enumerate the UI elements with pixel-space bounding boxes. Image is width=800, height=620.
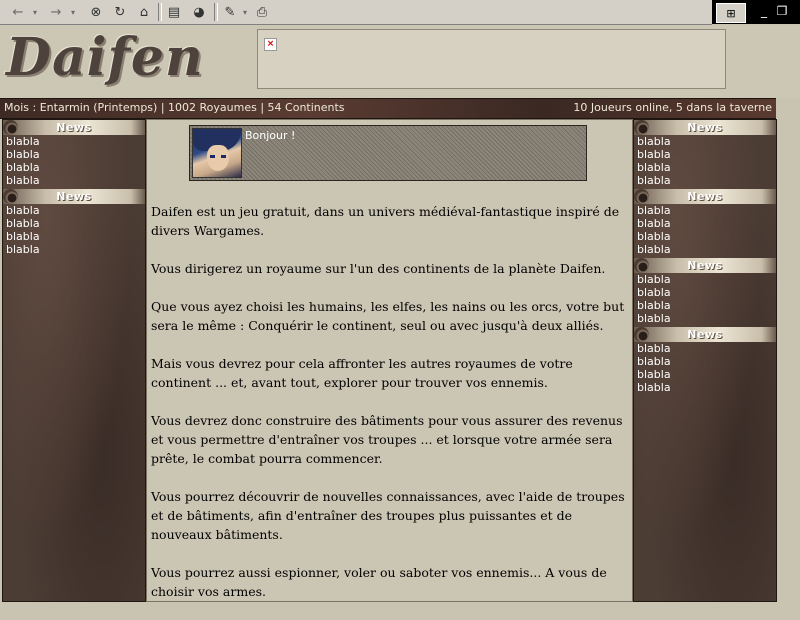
news-item[interactable]: blabla [3, 230, 145, 243]
news-item[interactable]: blabla [3, 243, 145, 256]
back-dropdown-icon[interactable]: ▾ [30, 2, 40, 22]
left-sidebar: News blabla blabla blabla blabla News bl… [2, 119, 146, 602]
page-gutter [776, 98, 800, 600]
print-icon[interactable]: ⎙ [252, 2, 272, 22]
edit-dropdown-icon[interactable]: ▾ [240, 2, 250, 22]
greeting-box: Bonjour ! [189, 125, 587, 181]
news-block: News blabla blabla blabla blabla [634, 258, 776, 325]
status-bar: Mois : Entarmin (Printemps) | 1002 Royau… [0, 98, 776, 119]
news-item[interactable]: blabla [3, 217, 145, 230]
scroll-curl-icon [634, 120, 649, 135]
home-icon[interactable]: ⌂ [134, 2, 154, 22]
news-item[interactable]: blabla [3, 174, 145, 187]
browser-toolbar: ← ▾ → ▾ ⊗ ↻ ⌂ ▤ ◕ ✎ ▾ ⎙ [0, 0, 712, 25]
scroll-curl-icon [634, 258, 649, 273]
intro-text: Daifen est un jeu gratuit, dans un unive… [151, 202, 627, 620]
site-header: Daifen × [0, 25, 800, 98]
news-header: News [634, 189, 776, 204]
back-arrow-icon[interactable]: ← [8, 2, 28, 22]
broken-image-icon: × [264, 38, 277, 51]
news-item[interactable]: blabla [3, 204, 145, 217]
search-icon[interactable]: ▤ [164, 2, 184, 22]
news-block: News blabla blabla blabla blabla [634, 189, 776, 256]
news-block: News blabla blabla blabla blabla [634, 327, 776, 394]
windows-logo-icon: ⊞ [716, 3, 746, 23]
news-item[interactable]: blabla [634, 355, 776, 368]
scroll-curl-icon [3, 189, 18, 204]
news-item[interactable]: blabla [634, 273, 776, 286]
banner-ad[interactable]: × [257, 29, 726, 89]
scroll-curl-icon [3, 120, 18, 135]
news-item[interactable]: blabla [634, 161, 776, 174]
scroll-curl-icon [634, 327, 649, 342]
online-count: 10 Joueurs online, 5 dans la taverne [573, 101, 772, 114]
greeting-text: Bonjour ! [245, 129, 296, 142]
news-item[interactable]: blabla [634, 368, 776, 381]
news-item[interactable]: blabla [634, 204, 776, 217]
news-item[interactable]: blabla [634, 135, 776, 148]
news-item[interactable]: blabla [634, 342, 776, 355]
news-item[interactable]: blabla [634, 299, 776, 312]
news-item[interactable]: blabla [3, 148, 145, 161]
paragraph: Vous pourrez découvrir de nouvelles conn… [151, 489, 625, 542]
news-item[interactable]: blabla [634, 174, 776, 187]
news-header: News [3, 120, 145, 135]
paragraph: Mais vous devrez pour cela affronter les… [151, 356, 573, 390]
news-item[interactable]: blabla [634, 243, 776, 256]
news-block: News blabla blabla blabla blabla [3, 189, 145, 256]
paragraph: Vous dirigerez un royaume sur l'un des c… [151, 261, 606, 276]
news-block: News blabla blabla blabla blabla [3, 120, 145, 187]
news-item[interactable]: blabla [634, 312, 776, 325]
minimize-button[interactable]: _ [756, 2, 772, 20]
news-block: News blabla blabla blabla blabla [634, 120, 776, 187]
news-header: News [634, 327, 776, 342]
main-content: Bonjour ! Daifen est un jeu gratuit, dan… [146, 119, 633, 602]
news-item[interactable]: blabla [634, 286, 776, 299]
news-item[interactable]: blabla [634, 381, 776, 394]
stop-icon[interactable]: ⊗ [86, 2, 106, 22]
news-header: News [634, 120, 776, 135]
restore-button[interactable]: ❐ [774, 2, 790, 20]
forward-dropdown-icon[interactable]: ▾ [68, 2, 78, 22]
site-logo[interactable]: Daifen [6, 27, 204, 88]
paragraph: Vous pourrez aussi espionner, voler ou s… [151, 565, 607, 599]
paragraph: Daifen est un jeu gratuit, dans un unive… [151, 204, 620, 238]
history-icon[interactable]: ◕ [189, 2, 209, 22]
game-status: Mois : Entarmin (Printemps) | 1002 Royau… [4, 101, 345, 114]
avatar [192, 128, 242, 178]
edit-icon[interactable]: ✎ [220, 2, 240, 22]
toolbar-separator [214, 3, 218, 21]
news-item[interactable]: blabla [3, 135, 145, 148]
paragraph: Que vous ayez choisi les humains, les el… [151, 299, 625, 333]
news-item[interactable]: blabla [634, 148, 776, 161]
news-item[interactable]: blabla [3, 161, 145, 174]
scroll-curl-icon [634, 189, 649, 204]
refresh-icon[interactable]: ↻ [110, 2, 130, 22]
news-item[interactable]: blabla [634, 217, 776, 230]
window-controls: ⊞ _ ❐ [712, 0, 800, 24]
paragraph: Vous devrez donc construire des bâtiment… [151, 413, 623, 466]
news-item[interactable]: blabla [634, 230, 776, 243]
news-header: News [634, 258, 776, 273]
right-sidebar: News blabla blabla blabla blabla News bl… [633, 119, 777, 602]
forward-arrow-icon[interactable]: → [46, 2, 66, 22]
toolbar-separator [158, 3, 162, 21]
news-header: News [3, 189, 145, 204]
